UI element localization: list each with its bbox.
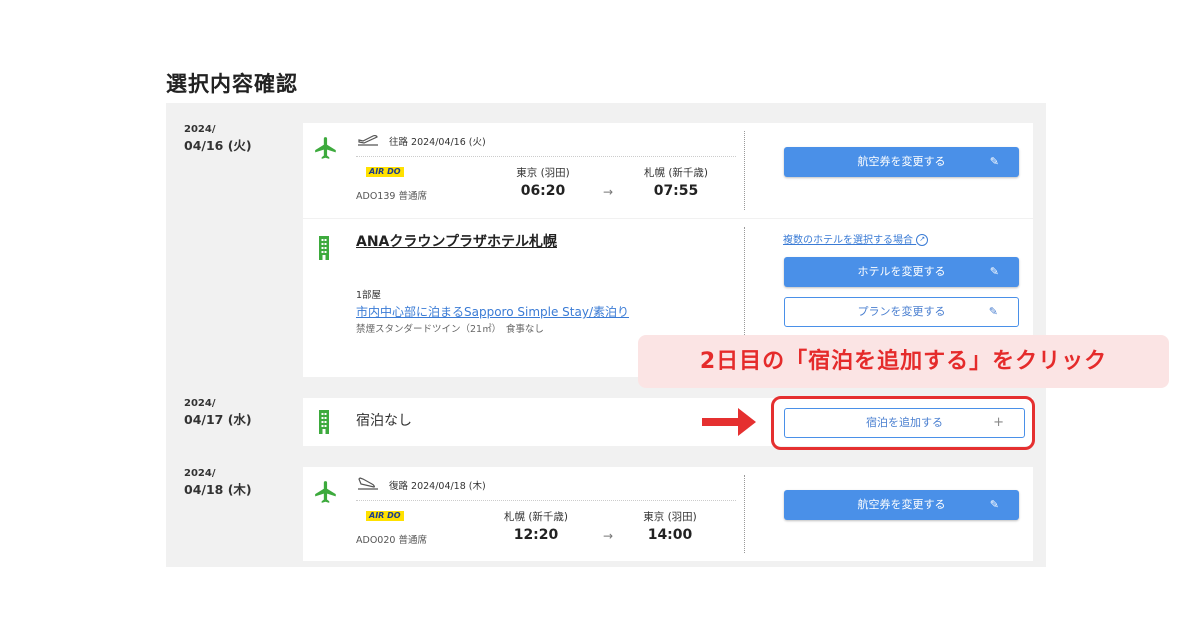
- no-stay-text: 宿泊なし: [356, 413, 412, 429]
- multi-hotel-link[interactable]: 複数のホテルを選択する場合 ↗: [783, 231, 929, 246]
- departure-city: 札幌 (新千歳): [503, 511, 569, 523]
- change-return-button[interactable]: 航空券を変更する ✎: [784, 490, 1019, 520]
- vertical-divider: [744, 131, 745, 210]
- room-type: 禁煙スタンダードツイン（21㎡） 食事なし: [356, 324, 544, 335]
- page-title: 選択内容確認: [166, 72, 298, 96]
- building-icon: [313, 409, 335, 439]
- day-1-monthday: 04/16 (火): [184, 138, 252, 153]
- divider: [356, 500, 736, 501]
- instruction-callout: 2日目の「宿泊を追加する」をクリック: [638, 335, 1169, 388]
- return-label: 復路 2024/04/18 (木): [389, 481, 486, 492]
- day-2-date: 2024/ 04/17 (水): [184, 397, 252, 429]
- divider: [356, 156, 736, 157]
- room-count: 1部屋: [356, 290, 382, 301]
- change-plan-button[interactable]: プランを変更する ✎: [784, 297, 1019, 327]
- flight-number: ADO020 普通席: [356, 535, 427, 546]
- departure-city: 東京 (羽田): [516, 167, 570, 179]
- building-icon: [313, 235, 335, 265]
- day-2-monthday: 04/17 (水): [184, 412, 252, 427]
- airplane-icon: [313, 479, 339, 509]
- pencil-icon: ✎: [989, 155, 999, 168]
- highlight-box: [771, 396, 1035, 450]
- change-outbound-button[interactable]: 航空券を変更する ✎: [784, 147, 1019, 177]
- departure-time: 12:20: [513, 527, 559, 543]
- arrow-right-icon: [700, 404, 758, 444]
- airline-logo: AIR DO: [366, 167, 404, 177]
- day-3-year: 2024/: [184, 468, 216, 479]
- pencil-icon: ✎: [989, 265, 999, 278]
- takeoff-icon: [356, 131, 380, 151]
- change-outbound-label: 航空券を変更する: [857, 155, 946, 168]
- day-3-date: 2024/ 04/18 (木): [184, 467, 252, 499]
- change-plan-label: プランを変更する: [857, 305, 946, 318]
- return-flight-card: 復路 2024/04/18 (木) AIR DO ADO020 普通席 札幌 (…: [303, 467, 1033, 561]
- departure-time: 06:20: [520, 183, 566, 199]
- external-link-icon: ↗: [916, 234, 929, 246]
- day-3-monthday: 04/18 (木): [184, 482, 252, 497]
- outbound-flight-card: 往路 2024/04/16 (火) AIR DO ADO139 普通席 東京 (…: [303, 123, 1033, 218]
- arrival-time: 14:00: [647, 527, 693, 543]
- day-1-date: 2024/ 04/16 (火): [184, 123, 252, 155]
- pencil-icon: ✎: [988, 305, 998, 318]
- day-2-year: 2024/: [184, 398, 216, 409]
- arrow-right-icon: →: [603, 529, 614, 543]
- plan-link[interactable]: 市内中心部に泊まるSapporo Simple Stay/素泊り: [356, 303, 629, 320]
- change-hotel-label: ホテルを変更する: [857, 265, 946, 278]
- change-return-label: 航空券を変更する: [857, 498, 946, 511]
- airplane-icon: [313, 135, 339, 165]
- flight-number: ADO139 普通席: [356, 191, 427, 202]
- change-hotel-button[interactable]: ホテルを変更する ✎: [784, 257, 1019, 287]
- arrow-right-icon: →: [603, 185, 614, 199]
- arrival-city: 札幌 (新千歳): [643, 167, 709, 179]
- landing-icon: [356, 475, 380, 495]
- vertical-divider: [744, 475, 745, 553]
- arrival-time: 07:55: [653, 183, 699, 199]
- multi-hotel-label: 複数のホテルを選択する場合: [783, 235, 913, 246]
- hotel-name-link[interactable]: ANAクラウンプラザホテル札幌: [356, 231, 557, 251]
- pencil-icon: ✎: [989, 498, 999, 511]
- day-1-year: 2024/: [184, 124, 216, 135]
- arrival-city: 東京 (羽田): [643, 511, 697, 523]
- airline-logo: AIR DO: [366, 511, 404, 521]
- outbound-label: 往路 2024/04/16 (火): [389, 137, 486, 148]
